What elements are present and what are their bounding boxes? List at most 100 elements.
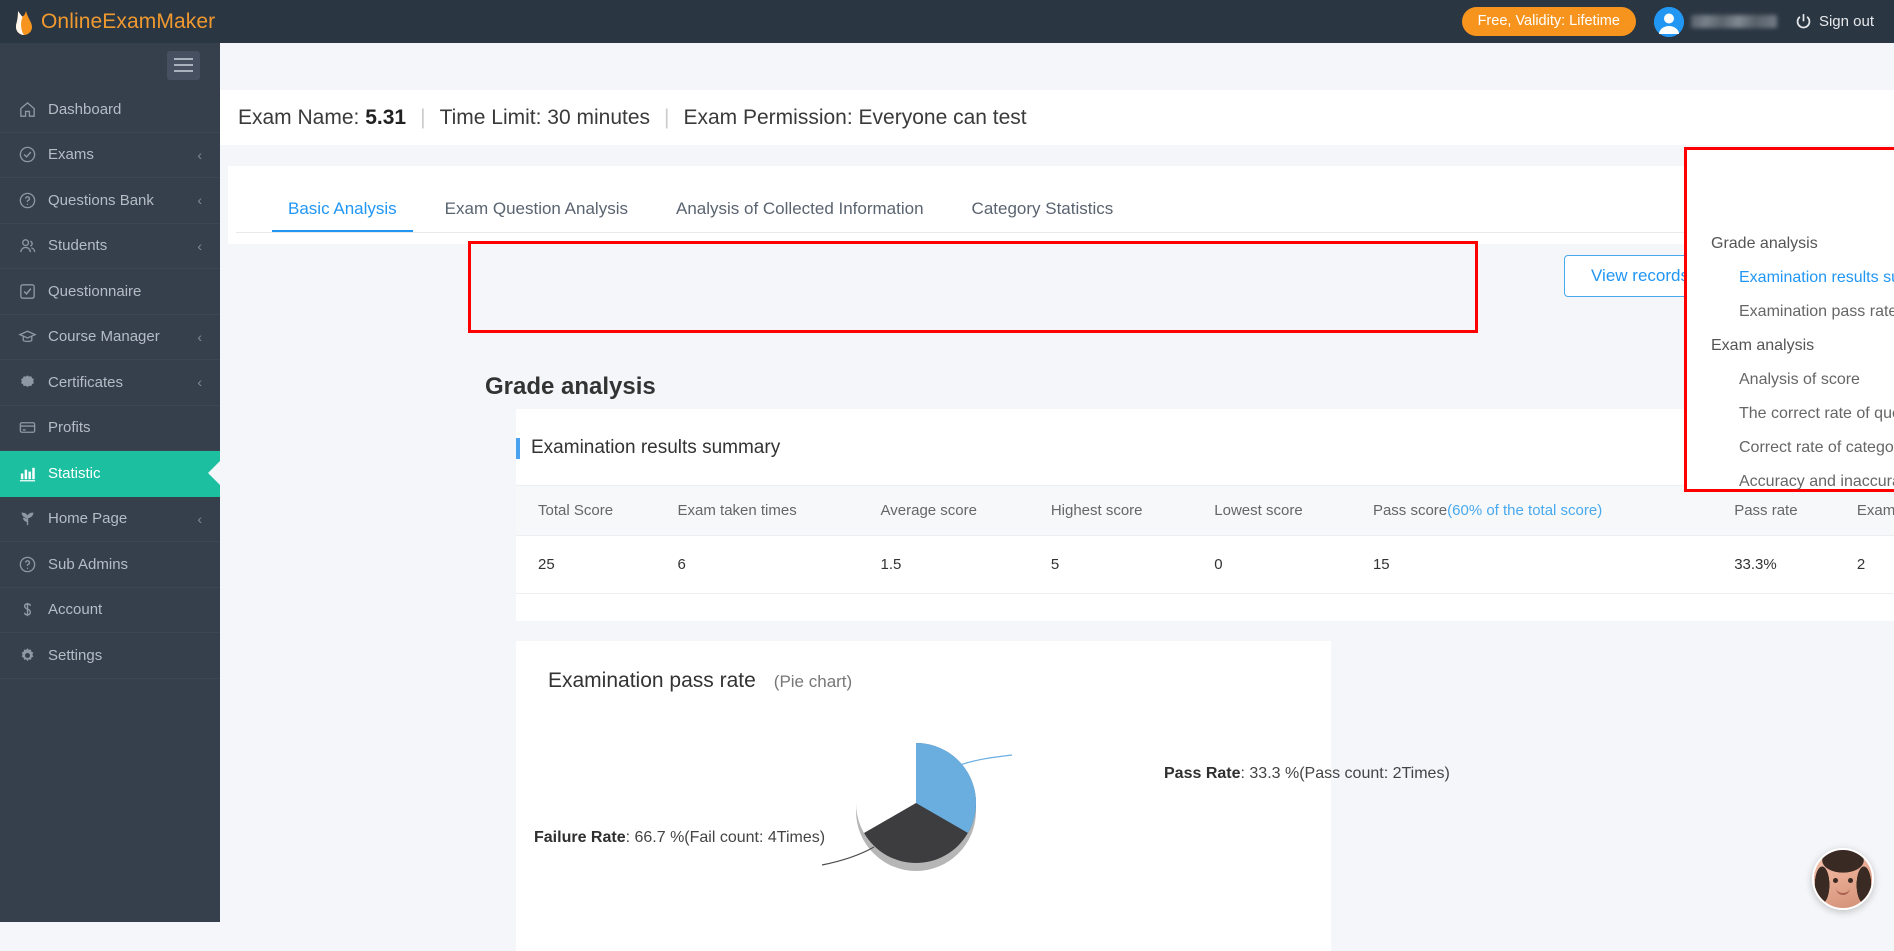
analysis-tabs: Basic Analysis Exam Question Analysis An… xyxy=(228,166,1865,233)
context-group-grade-analysis[interactable]: Grade analysis xyxy=(1711,235,1894,253)
sidebar-item-label: Students xyxy=(48,237,108,255)
context-item-accuracy-inaccuracy-question-type[interactable]: Accuracy and inaccuracy of each question… xyxy=(1739,473,1894,491)
user-menu[interactable] xyxy=(1653,6,1777,37)
pass-rate-pie-chart[interactable] xyxy=(816,719,1016,899)
sign-out-button[interactable]: Sign out xyxy=(1795,13,1874,30)
table-row: 25 6 1.5 5 0 15 33.3% 2 xyxy=(516,535,1894,594)
table-header-row: Total Score Exam taken times Average sco… xyxy=(516,485,1894,536)
credit-card-icon xyxy=(18,418,48,437)
pass-rate-value: : 33.3 %(Pass count: 2Times) xyxy=(1240,765,1450,782)
card-title: Examination results summary xyxy=(531,437,781,458)
cell-highest-score: 5 xyxy=(1028,535,1193,594)
sidebar-item-questionnaire[interactable]: Questionnaire xyxy=(0,269,220,315)
pass-score-note: (60% of the total score) xyxy=(1447,502,1603,519)
top-header-bar: OnlineExamMaker Free, Validity: Lifetime… xyxy=(0,0,1894,43)
home-icon xyxy=(18,100,48,119)
cell-exam-taken-times: 6 xyxy=(655,535,859,594)
col-lowest-score: Lowest score xyxy=(1192,485,1351,536)
failure-rate-value: : 66.7 %(Fail count: 4Times) xyxy=(625,829,826,846)
tab-analysis-of-collected-information[interactable]: Analysis of Collected Information xyxy=(652,199,948,232)
examination-pass-rate-card: Examination pass rate (Pie chart) Pass R… xyxy=(516,641,1450,951)
tab-exam-question-analysis[interactable]: Exam Question Analysis xyxy=(421,199,652,232)
avatar-eye-right xyxy=(1848,878,1853,883)
context-panel: Context Grade analysis Examination resul… xyxy=(1684,147,1894,492)
context-panel-title: Context xyxy=(1687,150,1894,201)
support-chat-avatar[interactable] xyxy=(1812,848,1874,910)
pie-chart-subtitle: (Pie chart) xyxy=(773,672,853,691)
check-circle-icon xyxy=(18,145,48,164)
cell-average-score: 1.5 xyxy=(858,535,1029,594)
sidebar-item-questions-bank[interactable]: Questions Bank ‹ xyxy=(0,178,220,224)
validity-badge[interactable]: Free, Validity: Lifetime xyxy=(1461,6,1636,37)
sidebar-item-exams[interactable]: Exams ‹ xyxy=(0,133,220,178)
question-circle-icon xyxy=(18,191,48,210)
hamburger-menu-icon[interactable] xyxy=(167,50,200,80)
tab-basic-analysis[interactable]: Basic Analysis xyxy=(264,199,421,233)
sidebar-item-label: Questionnaire xyxy=(48,282,142,300)
col-total-score: Total Score xyxy=(516,485,656,536)
bar-chart-icon xyxy=(18,464,48,483)
col-average-score: Average score xyxy=(858,485,1029,536)
sidebar-item-label: Statistic xyxy=(48,464,101,482)
sidebar-item-label: Profits xyxy=(48,419,91,437)
context-item-examination-results-summary[interactable]: Examination results summary xyxy=(1739,269,1894,287)
sidebar-item-course-manager[interactable]: Course Manager ‹ xyxy=(0,315,220,360)
certificate-badge-icon xyxy=(18,373,48,392)
context-item-correct-rate-of-categories[interactable]: Correct rate of categories xyxy=(1739,439,1894,457)
analysis-tab-panel: Basic Analysis Exam Question Analysis An… xyxy=(228,166,1865,244)
tabs-highlight-annotation xyxy=(468,241,1478,333)
page-title: Grade analysis xyxy=(485,373,656,400)
sidebar-item-profits[interactable]: Profits xyxy=(0,406,220,451)
card-body: Total Score Exam taken times Average sco… xyxy=(516,485,1894,594)
user-group-icon xyxy=(18,236,48,255)
brand-logo[interactable]: OnlineExamMaker xyxy=(0,9,220,35)
sidebar-item-label: Account xyxy=(48,601,103,619)
sign-out-label: Sign out xyxy=(1818,13,1874,30)
chevron-left-icon: ‹ xyxy=(197,510,202,527)
sidebar-item-home-page[interactable]: Home Page ‹ xyxy=(0,497,220,542)
header-separator: | xyxy=(664,105,670,129)
avatar-hair xyxy=(1814,850,1872,908)
main-content: Exam Name: 5.31 | Time Limit: 30 minutes… xyxy=(220,43,1894,951)
sidebar-item-statistic[interactable]: Statistic xyxy=(0,451,220,497)
col-exam-passed-count: Exam passed count xyxy=(1834,485,1894,536)
chevron-left-icon: ‹ xyxy=(197,146,202,163)
pie-card-header: Examination pass rate (Pie chart) xyxy=(516,641,1331,693)
context-item-analysis-of-score[interactable]: Analysis of score xyxy=(1739,371,1894,389)
exam-permission-label: Exam Permission: Everyone can test xyxy=(683,105,1027,129)
sidebar-item-students[interactable]: Students ‹ xyxy=(0,224,220,269)
chevron-left-icon: ‹ xyxy=(197,192,202,209)
context-entry-list: Grade analysis Examination results summa… xyxy=(1687,201,1894,491)
sidebar-item-sub-admins[interactable]: Sub Admins xyxy=(0,542,220,588)
context-item-correct-rate-questions-category[interactable]: The correct rate of questions in the Cat… xyxy=(1739,405,1894,423)
brand-name: OnlineExamMaker xyxy=(41,9,216,33)
pie-label-pass-rate: Pass Rate: 33.3 %(Pass count: 2Times) xyxy=(1164,765,1450,783)
graduation-cap-icon xyxy=(18,327,48,346)
failure-rate-key: Failure Rate xyxy=(534,829,626,846)
context-group-exam-analysis[interactable]: Exam analysis xyxy=(1711,337,1894,355)
exam-name-value: 5.31 xyxy=(365,105,407,129)
sidebar: Dashboard Exams ‹ Questions Bank ‹ Stude… xyxy=(0,43,220,922)
context-item-examination-pass-rate[interactable]: Examination pass rate xyxy=(1739,303,1894,321)
tab-category-statistics[interactable]: Category Statistics xyxy=(948,199,1138,232)
col-exam-taken-times: Exam taken times xyxy=(655,485,859,536)
sidebar-item-account[interactable]: Account xyxy=(0,588,220,633)
checkbox-icon xyxy=(18,282,48,301)
sidebar-item-dashboard[interactable]: Dashboard xyxy=(0,87,220,133)
sidebar-item-label: Dashboard xyxy=(48,100,122,118)
sidebar-item-label: Settings xyxy=(48,646,103,664)
cell-total-score: 25 xyxy=(516,535,656,594)
leaf-icon xyxy=(18,509,48,528)
dollar-icon xyxy=(18,600,48,619)
sidebar-item-settings[interactable]: Settings xyxy=(0,633,220,679)
content-top-gap xyxy=(220,43,1894,90)
cell-pass-score: 15 xyxy=(1350,535,1713,594)
sidebar-item-label: Course Manager xyxy=(48,328,160,346)
top-header-right: Free, Validity: Lifetime Sign out xyxy=(1461,6,1894,37)
exam-name-label: Exam Name: xyxy=(238,105,360,129)
table-head: Total Score Exam taken times Average sco… xyxy=(516,485,1894,536)
username-redacted xyxy=(1690,15,1777,28)
time-limit-label: Time Limit: 30 minutes xyxy=(439,105,651,129)
chevron-left-icon: ‹ xyxy=(197,374,202,391)
sidebar-item-certificates[interactable]: Certificates ‹ xyxy=(0,360,220,406)
